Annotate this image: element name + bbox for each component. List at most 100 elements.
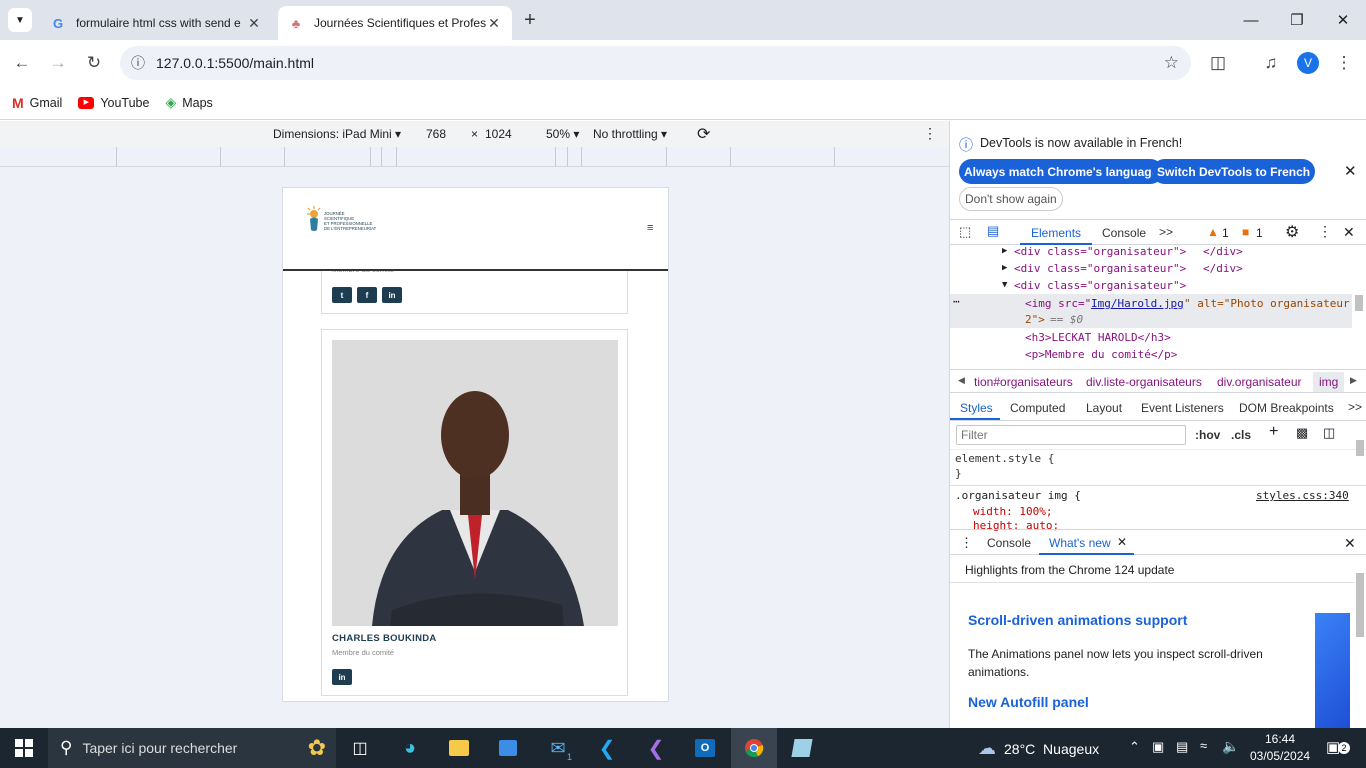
- facebook-icon[interactable]: f: [357, 287, 377, 303]
- forward-button[interactable]: →: [44, 49, 72, 77]
- hamburger-icon[interactable]: ≡: [647, 222, 653, 234]
- notepad-icon[interactable]: [786, 732, 818, 764]
- feature-title-autofill[interactable]: New Autofill panel: [968, 694, 1089, 710]
- clock[interactable]: 16:44 03/05/2024: [1250, 731, 1310, 765]
- throttling-select[interactable]: No throttling ▾: [593, 127, 667, 141]
- ellipsis-icon[interactable]: ⋯: [953, 295, 960, 308]
- dom-node[interactable]: <div class="organisateur">: [1014, 245, 1186, 258]
- dont-show-button[interactable]: Don't show again: [959, 187, 1063, 211]
- close-notice-icon[interactable]: ✕: [1344, 162, 1357, 180]
- bookmark-youtube[interactable]: ▶ YouTube: [78, 96, 149, 110]
- tray-icon[interactable]: ▣: [1152, 739, 1164, 755]
- device-icon[interactable]: ▤: [987, 223, 999, 239]
- extensions-icon[interactable]: ◫: [1204, 49, 1232, 77]
- more-tabs-icon[interactable]: >>: [1348, 400, 1362, 414]
- windows-start-icon[interactable]: [8, 732, 40, 764]
- new-tab-button[interactable]: +: [518, 8, 542, 32]
- breadcrumb-right-icon[interactable]: ▶: [1350, 375, 1357, 386]
- match-language-button[interactable]: Always match Chrome's language: [959, 159, 1164, 184]
- css-selector[interactable]: .organisateur img {: [955, 489, 1081, 502]
- volume-icon[interactable]: 🔈: [1222, 738, 1239, 755]
- paint-icon[interactable]: ▩: [1296, 425, 1308, 441]
- breadcrumb-item[interactable]: img: [1313, 372, 1345, 392]
- media-query-ruler[interactable]: [0, 147, 949, 167]
- tab-dom-breakpoints[interactable]: DOM Breakpoints: [1239, 401, 1334, 415]
- sidebar-toggle-icon[interactable]: ◫: [1323, 425, 1335, 441]
- vscode-icon[interactable]: ❮: [591, 732, 623, 764]
- menu-icon[interactable]: ⋮: [1330, 49, 1358, 77]
- dimensions-select[interactable]: Dimensions: iPad Mini ▾: [273, 127, 401, 141]
- visual-studio-icon[interactable]: ❮: [640, 732, 672, 764]
- more-tabs-icon[interactable]: >>: [1159, 225, 1173, 239]
- close-devtools-icon[interactable]: ✕: [1343, 224, 1355, 241]
- close-drawer-icon[interactable]: ✕: [1344, 535, 1356, 552]
- tab-styles[interactable]: Styles: [960, 401, 993, 415]
- store-icon[interactable]: [492, 732, 524, 764]
- breadcrumb-item[interactable]: div.liste-organisateurs: [1086, 375, 1202, 389]
- restore-button[interactable]: ❐: [1274, 0, 1320, 40]
- dom-node[interactable]: <div class="organisateur">: [1014, 279, 1186, 292]
- width-input[interactable]: 768: [426, 127, 446, 141]
- notification-center-icon[interactable]: ▣ 2: [1326, 738, 1350, 756]
- dom-scrollbar[interactable]: [1355, 295, 1363, 311]
- close-window-button[interactable]: ✕: [1320, 0, 1366, 40]
- styles-scrollbar[interactable]: [1356, 440, 1364, 456]
- twitter-icon[interactable]: t: [332, 287, 352, 303]
- tab-computed[interactable]: Computed: [1010, 401, 1065, 415]
- device-menu-icon[interactable]: ⋮: [923, 125, 937, 142]
- star-icon[interactable]: ☆: [1164, 53, 1179, 73]
- outlook-icon[interactable]: O: [689, 732, 721, 764]
- tab-journees[interactable]: ♣ Journées Scientifiques et Profes ✕: [278, 6, 512, 40]
- drawer-menu-icon[interactable]: ⋮: [960, 535, 973, 551]
- feature-title-scroll[interactable]: Scroll-driven animations support: [968, 612, 1187, 628]
- switch-french-button[interactable]: Switch DevTools to French: [1152, 159, 1316, 184]
- task-view-icon[interactable]: ◫: [344, 732, 376, 764]
- tab-formulaire[interactable]: G formulaire html css with send e ✕: [40, 6, 272, 40]
- media-icon[interactable]: ♫: [1257, 49, 1285, 77]
- height-input[interactable]: 1024: [485, 127, 512, 141]
- add-rule-icon[interactable]: +: [1269, 423, 1278, 441]
- bookmark-maps[interactable]: ◈ Maps: [165, 94, 212, 111]
- minimize-button[interactable]: —: [1228, 0, 1274, 40]
- dom-expander-icon[interactable]: ▶: [1002, 246, 1007, 256]
- back-button[interactable]: ←: [8, 49, 36, 77]
- styles-filter-input[interactable]: [956, 425, 1186, 445]
- linkedin-icon[interactable]: in: [332, 669, 352, 685]
- dom-node[interactable]: <div class="organisateur">: [1014, 262, 1186, 275]
- zoom-select[interactable]: 50% ▾: [546, 127, 579, 141]
- cls-button[interactable]: .cls: [1231, 428, 1251, 442]
- css-source-link[interactable]: styles.css:340: [1256, 489, 1349, 502]
- breadcrumb-left-icon[interactable]: ◀: [958, 375, 965, 386]
- breadcrumb-item[interactable]: tion#organisateurs: [974, 375, 1073, 389]
- close-tab-icon[interactable]: ✕: [1117, 535, 1127, 549]
- taskbar-search-box[interactable]: ⚲ Taper ici pour rechercher ✿: [48, 728, 336, 768]
- site-logo[interactable]: JOURNÉE SCIENTIFIQUE ET PROFESSIONNELLE …: [303, 204, 383, 238]
- profile-avatar[interactable]: V: [1294, 49, 1322, 77]
- hov-button[interactable]: :hov: [1195, 428, 1220, 442]
- battery-icon[interactable]: ▤: [1176, 739, 1188, 755]
- dom-tree[interactable]: ▶ <div class="organisateur"> </div> ▶ <d…: [950, 245, 1366, 367]
- weather-widget[interactable]: ☁ 28°C Nuageux: [978, 738, 1099, 759]
- tab-event-listeners[interactable]: Event Listeners: [1141, 401, 1224, 415]
- address-bar[interactable]: ⓘ 127.0.0.1:5500/main.html ☆: [120, 46, 1191, 80]
- tray-chevron-icon[interactable]: ⌃: [1129, 739, 1140, 755]
- linkedin-icon[interactable]: in: [382, 287, 402, 303]
- wifi-icon[interactable]: ≈: [1200, 738, 1207, 753]
- dom-expander-icon[interactable]: ▼: [1002, 280, 1007, 290]
- inspect-icon[interactable]: ⬚: [959, 224, 971, 240]
- bookmark-gmail[interactable]: M Gmail: [12, 95, 62, 111]
- mail-icon[interactable]: ✉ 1: [542, 732, 574, 764]
- element-style-rule[interactable]: element.style {: [955, 452, 1054, 465]
- drawer-tab-console[interactable]: Console: [987, 536, 1031, 550]
- chrome-icon[interactable]: [738, 732, 770, 764]
- feature-thumbnail[interactable]: [1315, 613, 1350, 728]
- file-explorer-icon[interactable]: [443, 732, 475, 764]
- warning-icon[interactable]: ▲: [1207, 225, 1219, 239]
- edge-icon[interactable]: ◕: [394, 732, 426, 764]
- breadcrumb-item[interactable]: div.organisateur: [1217, 375, 1302, 389]
- tab-search-button[interactable]: ▼: [8, 8, 32, 32]
- error-icon[interactable]: ■: [1242, 225, 1249, 239]
- close-icon[interactable]: ✕: [246, 15, 262, 32]
- settings-icon[interactable]: ⚙: [1285, 222, 1299, 242]
- dom-node[interactable]: <p>Membre du comité</p>: [1025, 348, 1177, 361]
